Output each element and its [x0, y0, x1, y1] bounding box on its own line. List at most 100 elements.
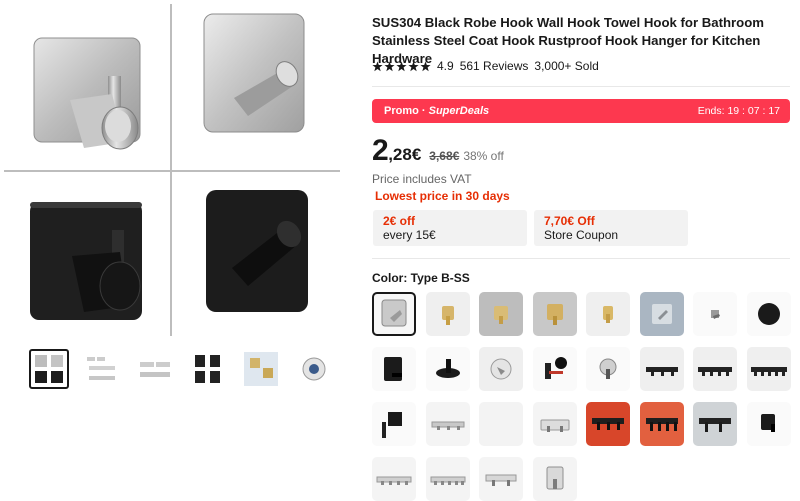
- swatch-silver-rail-4a[interactable]: [372, 457, 416, 501]
- star-icon: [396, 60, 407, 72]
- silver-rail-hook-icon: [540, 419, 569, 432]
- gold-hook-icon: [441, 306, 454, 325]
- swatch-black-rail-red[interactable]: [586, 402, 630, 446]
- black-hooks-thumb-icon: [195, 355, 220, 383]
- swatch-silver-rail-3[interactable]: [425, 402, 470, 446]
- silver-single-hook-icon: [546, 466, 563, 490]
- black-rail-hook-icon: [698, 367, 732, 376]
- promo-banner: Promo · SuperDeals Ends: 19 : 07 : 17: [372, 99, 790, 123]
- black-knob-hook-icon: [544, 357, 567, 379]
- swatch-black-rail-grey[interactable]: [693, 402, 737, 446]
- gold-hook-icon: [603, 306, 613, 323]
- coupon-store[interactable]: 7,70€ Off Store Coupon: [534, 210, 688, 246]
- swatch-gold-hook-3[interactable]: [532, 292, 577, 336]
- star-icon: [408, 60, 419, 72]
- black-round-hook-icon: [757, 303, 780, 325]
- lowest-price-note: Lowest price in 30 days: [375, 189, 510, 203]
- silver-rail-hook-icon: [376, 476, 412, 485]
- swatch-black-rail-4[interactable]: [693, 347, 737, 391]
- sold-count: 3,000+ Sold: [534, 59, 599, 73]
- coupon-title: 7,70€ Off: [544, 214, 595, 228]
- promo-label: Promo · SuperDeals: [384, 105, 489, 117]
- black-rail-hook-icon: [592, 418, 624, 430]
- black-rail-hook-icon: [645, 367, 678, 376]
- color-swatches: [372, 292, 792, 501]
- swatch-silver-rail-4b[interactable]: [425, 457, 470, 501]
- four-hooks-thumb-icon: [35, 355, 63, 383]
- price-row: 2 ,28€ 3,68€ 38% off: [372, 134, 504, 168]
- star-icon: [420, 60, 431, 72]
- original-price: 3,68€: [429, 149, 460, 163]
- silver-round-hook-image: [0, 2, 168, 168]
- silver-round-hook-icon: [490, 358, 512, 380]
- divider: [372, 258, 790, 259]
- swatch-silver-hook-photo[interactable]: [639, 292, 684, 336]
- silver-knob-hook-icon: [599, 358, 617, 379]
- star-icon: [384, 60, 395, 72]
- swatch-silver-square-hook[interactable]: [372, 292, 416, 336]
- silver-hook-photo-icon: [651, 304, 672, 324]
- swatch-black-rail-5[interactable]: [746, 347, 791, 391]
- rail-hooks-thumb-icon: [140, 362, 170, 377]
- round-hook-thumb-icon: [302, 357, 326, 381]
- small-silver-hook-icon: [711, 310, 720, 319]
- promo-name: SuperDeals: [428, 105, 490, 117]
- swatch-black-angled-hook[interactable]: [425, 347, 470, 391]
- swatch-silver-round-hook[interactable]: [479, 347, 523, 391]
- thumbnail-6[interactable]: [294, 349, 334, 389]
- swatch-black-rail-orange[interactable]: [639, 402, 684, 446]
- black-rail-hook-icon: [645, 418, 678, 431]
- product-gallery: [0, 0, 344, 501]
- swatch-small-silver-hook[interactable]: [693, 292, 737, 336]
- black-square-hook-icon: [384, 357, 402, 381]
- vat-note: Price includes VAT: [372, 172, 472, 186]
- swatch-silver-rail-2b[interactable]: [479, 457, 523, 501]
- price-integer: 2: [372, 134, 389, 167]
- silver-rail-hook-icon: [485, 474, 517, 486]
- main-image[interactable]: [0, 0, 344, 338]
- divider: [372, 86, 790, 87]
- swatch-black-wall-hook[interactable]: [372, 402, 416, 446]
- thumbnail-1[interactable]: [29, 349, 69, 389]
- coupon-desc: every 15€: [383, 228, 436, 242]
- swatch-black-single-hook[interactable]: [746, 402, 791, 446]
- price-decimal: ,28€: [388, 145, 422, 164]
- color-label: Color: Type B-SS: [372, 271, 470, 285]
- coupon-title: 2€ off: [383, 214, 416, 228]
- swatch-black-round-hook[interactable]: [746, 292, 791, 336]
- black-angled-hook-icon: [435, 359, 460, 378]
- swatch-silver-rail-2[interactable]: [532, 402, 577, 446]
- gold-hook-icon: [546, 304, 563, 325]
- thumbnail-3[interactable]: [135, 349, 175, 389]
- swatch-black-knob-hook[interactable]: [532, 347, 577, 391]
- swatch-black-square-hook[interactable]: [372, 347, 416, 391]
- discount-percent: 38% off: [463, 149, 504, 163]
- silver-rail-hook-icon: [430, 476, 465, 485]
- swatch-silver-knob-hook[interactable]: [586, 347, 630, 391]
- swatch-black-rail-3[interactable]: [639, 347, 684, 391]
- promo-countdown: Ends: 19 : 07 : 17: [697, 105, 780, 117]
- black-round-hook-image: [0, 172, 168, 338]
- gold-hooks-thumb-icon: [244, 352, 278, 386]
- black-single-hook-icon: [760, 414, 775, 432]
- thumbnail-4[interactable]: [188, 349, 228, 389]
- black-rail-hook-icon: [750, 367, 787, 376]
- swatch-gold-hook-4[interactable]: [586, 292, 630, 336]
- thumbnail-strip: [29, 349, 334, 389]
- coupon-spend-save[interactable]: 2€ off every 15€: [373, 210, 527, 246]
- thumbnail-5[interactable]: [241, 349, 281, 389]
- rating-row[interactable]: 4.9 561 Reviews 3,000+ Sold: [372, 59, 599, 73]
- star-icon: [372, 60, 383, 72]
- star-rating: [372, 60, 431, 72]
- swatch-silver-single-hook[interactable]: [532, 457, 577, 501]
- black-rail-hook-icon: [699, 418, 731, 432]
- reviews-link[interactable]: 561 Reviews: [460, 59, 529, 73]
- promo-prefix: Promo ·: [384, 105, 429, 117]
- silver-angled-hook-image: [174, 2, 342, 168]
- swatch-gold-hook-2[interactable]: [479, 292, 523, 336]
- thumbnail-2[interactable]: [82, 349, 122, 389]
- multi-hooks-thumb-icon: [87, 357, 115, 380]
- swatch-gold-hook-1[interactable]: [425, 292, 470, 336]
- swatch-blank[interactable]: [479, 402, 523, 446]
- silver-square-hook-icon: [381, 299, 407, 327]
